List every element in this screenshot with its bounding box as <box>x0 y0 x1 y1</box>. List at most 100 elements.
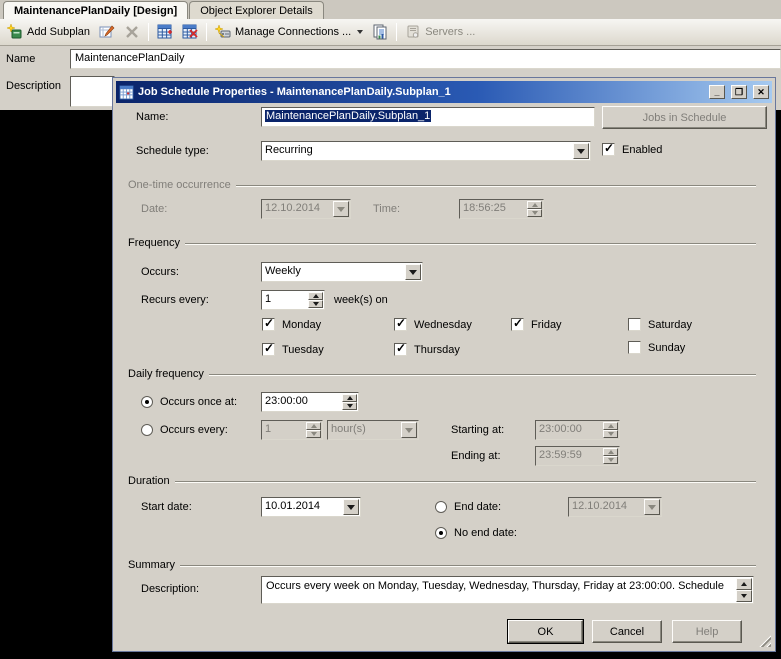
plan-description-input[interactable] <box>70 76 115 107</box>
plan-name-input[interactable]: MaintenancePlanDaily <box>70 49 781 69</box>
friday-checkbox[interactable]: Friday <box>511 316 562 331</box>
checkbox-checked-icon[interactable] <box>511 316 524 331</box>
radio-unselected-icon[interactable] <box>141 424 153 436</box>
occurs-every-unit-dropdown: hour(s) <box>327 420 419 440</box>
delete-subplan-icon <box>126 26 138 38</box>
tuesday-checkbox[interactable]: Tuesday <box>262 341 324 356</box>
subplan-schedule-button[interactable] <box>154 22 176 42</box>
designer-toolbar: Add Subplan Manage Connections ... Serve… <box>0 19 781 46</box>
schedule-type-label: Schedule type: <box>136 145 209 157</box>
dropdown-arrow-icon <box>644 499 660 515</box>
checkbox-checked-icon[interactable] <box>602 141 615 156</box>
subplan-schedule-icon <box>157 24 172 39</box>
cancel-button[interactable]: Cancel <box>592 620 662 643</box>
delete-subplan-button[interactable] <box>121 22 143 42</box>
checkbox-unchecked-icon[interactable] <box>628 318 641 331</box>
add-subplan-button[interactable]: Add Subplan <box>4 22 93 42</box>
remove-schedule-icon <box>182 24 198 39</box>
resize-grip[interactable] <box>758 634 771 647</box>
occurs-once-time-spinner[interactable]: 23:00:00 <box>261 392 359 412</box>
summary-description-label: Description: <box>141 583 200 595</box>
saturday-checkbox[interactable]: Saturday <box>628 318 692 331</box>
spinner-arrows-icon <box>527 201 542 217</box>
description-scrollbar[interactable] <box>736 578 752 602</box>
radio-selected-icon[interactable] <box>435 527 447 539</box>
radio-selected-icon[interactable] <box>141 396 153 408</box>
dialog-title-bar[interactable]: Job Schedule Properties - MaintenancePla… <box>116 81 772 103</box>
occurs-dropdown[interactable]: Weekly <box>261 262 423 282</box>
jobs-in-schedule-button[interactable]: Jobs in Schedule <box>602 106 767 129</box>
recurs-every-spinner[interactable]: 1 <box>261 290 325 310</box>
dropdown-arrow-icon <box>333 201 349 217</box>
close-button[interactable]: ✕ <box>753 85 769 99</box>
manage-connections-label: Manage Connections ... <box>235 26 352 38</box>
add-subplan-label: Add Subplan <box>27 26 90 38</box>
spinner-arrows-icon[interactable] <box>342 394 357 410</box>
ok-button[interactable]: OK <box>508 620 583 643</box>
scroll-down-icon[interactable] <box>736 590 752 602</box>
reporting-icon <box>373 24 387 40</box>
occurs-once-radio[interactable]: Occurs once at: <box>141 396 237 408</box>
radio-unselected-icon[interactable] <box>435 501 447 513</box>
no-end-date-label: No end date: <box>454 527 517 539</box>
tab-object-explorer-details[interactable]: Object Explorer Details <box>189 1 324 19</box>
enabled-checkbox[interactable]: Enabled <box>602 141 663 156</box>
schedule-type-dropdown[interactable]: Recurring <box>261 141 591 161</box>
selected-text: MaintenancePlanDaily.Subplan_1 <box>265 110 432 122</box>
dialog-body: Name: MaintenancePlanDaily.Subplan_1 Job… <box>116 103 772 648</box>
wednesday-checkbox[interactable]: Wednesday <box>394 316 472 331</box>
end-date-dropdown: 12.10.2014 <box>568 497 662 517</box>
checkbox-checked-icon[interactable] <box>394 341 407 356</box>
thursday-checkbox[interactable]: Thursday <box>394 341 460 356</box>
end-date-radio[interactable]: End date: <box>435 501 501 513</box>
plan-description-label: Description <box>6 80 62 92</box>
monday-checkbox[interactable]: Monday <box>262 316 321 331</box>
dropdown-arrow-icon[interactable] <box>573 143 589 159</box>
help-button[interactable]: Help <box>672 620 742 643</box>
checkbox-checked-icon[interactable] <box>394 316 407 331</box>
schedule-name-input[interactable]: MaintenancePlanDaily.Subplan_1 <box>261 107 595 127</box>
enabled-label: Enabled <box>622 143 663 156</box>
checkbox-checked-icon[interactable] <box>262 341 275 356</box>
checkbox-unchecked-icon[interactable] <box>628 341 641 354</box>
start-date-label: Start date: <box>141 501 192 513</box>
minimize-button[interactable]: _ <box>709 85 725 99</box>
edit-subplan-button[interactable] <box>96 22 118 42</box>
starting-at-label: Starting at: <box>451 424 505 436</box>
reporting-button[interactable] <box>369 22 391 42</box>
checkbox-checked-icon[interactable] <box>262 316 275 331</box>
spinner-arrows-icon <box>603 422 618 438</box>
date-dropdown: 12.10.2014 <box>261 199 351 219</box>
no-end-date-radio[interactable]: No end date: <box>435 527 517 539</box>
maximize-button[interactable]: ❐ <box>731 85 747 99</box>
dropdown-arrow-icon[interactable] <box>343 499 359 515</box>
dropdown-arrow-icon[interactable] <box>405 264 421 280</box>
servers-button[interactable]: Servers ... <box>402 22 478 42</box>
date-label: Date: <box>141 203 168 215</box>
recurs-every-label: Recurs every: <box>141 294 209 306</box>
spinner-arrows-icon[interactable] <box>308 292 323 308</box>
time-spinner: 18:56:25 <box>459 199 544 219</box>
occurs-label: Occurs: <box>141 266 179 278</box>
occurs-once-label: Occurs once at: <box>160 396 238 408</box>
job-schedule-properties-dialog: Job Schedule Properties - MaintenancePla… <box>113 78 775 651</box>
chevron-down-icon <box>357 30 364 34</box>
summary-description-box[interactable]: Occurs every week on Monday, Tuesday, We… <box>261 576 754 604</box>
manage-connections-button[interactable]: Manage Connections ... <box>212 22 366 42</box>
remove-schedule-button[interactable] <box>179 22 201 42</box>
manage-connections-icon <box>215 24 231 38</box>
ending-at-spinner: 23:59:59 <box>535 446 620 466</box>
time-label: Time: <box>373 203 401 215</box>
frequency-group: Frequency <box>128 237 756 249</box>
start-date-dropdown[interactable]: 10.01.2014 <box>261 497 361 517</box>
plan-name-label: Name <box>6 53 36 65</box>
occurs-every-label: Occurs every: <box>160 424 228 436</box>
toolbar-separator <box>396 23 398 41</box>
tab-maintenance-plan-design[interactable]: MaintenancePlanDaily [Design] <box>3 1 189 19</box>
scroll-up-icon[interactable] <box>736 578 752 590</box>
occurs-every-radio[interactable]: Occurs every: <box>141 424 228 436</box>
one-time-occurrence-title: One-time occurrence <box>128 179 231 191</box>
sunday-checkbox[interactable]: Sunday <box>628 341 685 354</box>
dialog-title: Job Schedule Properties - MaintenancePla… <box>138 86 451 98</box>
summary-group: Summary <box>128 559 756 571</box>
